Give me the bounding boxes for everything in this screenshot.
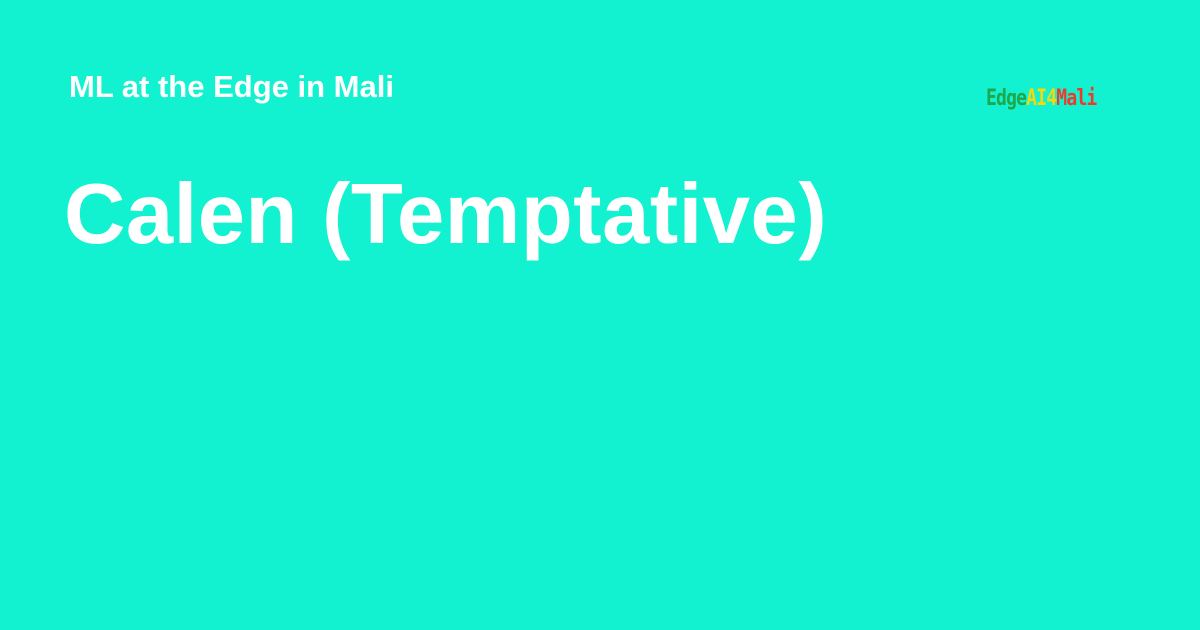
logo-text-edge: Edge <box>986 86 1027 111</box>
logo-text-mali: Mali <box>1056 86 1097 111</box>
logo-text-ai: AI <box>1026 86 1047 111</box>
page-title: Calen (Temptative) <box>64 167 828 262</box>
site-name: ML at the Edge in Mali <box>69 69 394 104</box>
edgeai4mali-logo: EdgeAI4Mali <box>986 86 1097 112</box>
logo-text-4: 4 <box>1046 86 1057 111</box>
social-card: ML at the Edge in Mali Calen (Temptative… <box>0 0 1200 630</box>
